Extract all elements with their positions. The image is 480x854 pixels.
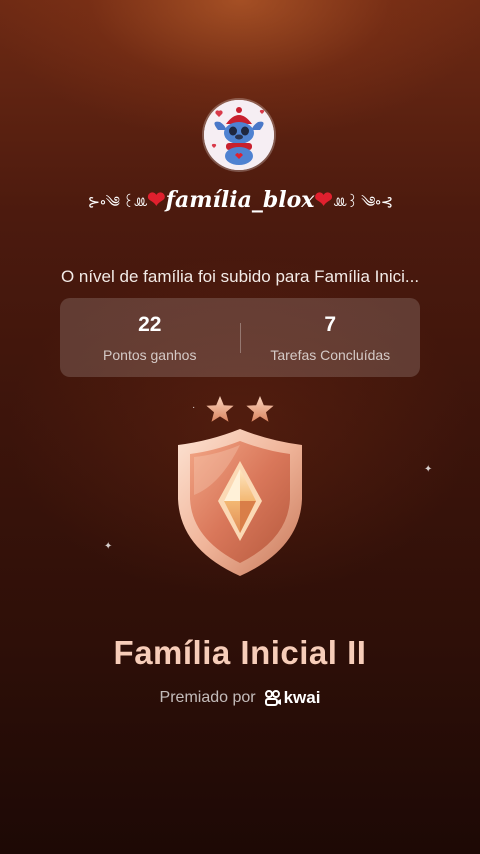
star-icon — [246, 396, 274, 422]
heart-icon: ❤ — [147, 187, 166, 213]
badge-stars — [206, 396, 274, 422]
sparkle-icon: · — [192, 402, 196, 413]
stitch-avatar-image — [204, 100, 274, 170]
stats-card: 22 Pontos ganhos 7 Tarefas Concluídas — [60, 298, 420, 377]
stat-tasks-value: 7 — [324, 312, 337, 336]
sparkle-icon: ✦ — [424, 464, 433, 475]
sparkle-icon: ✦ — [104, 541, 113, 552]
kwai-logo-icon — [264, 690, 281, 706]
username-deco-left: ⊱∘༄ ꒰ꔛ — [87, 193, 148, 211]
awarded-by: Premiado por kwai — [0, 688, 480, 708]
awarded-by-label: Premiado por — [159, 689, 256, 706]
level-up-message: O nível de família foi subido para Famíl… — [60, 267, 420, 286]
stat-points-value: 22 — [138, 312, 162, 336]
avatar[interactable] — [204, 100, 274, 170]
stat-tasks: 7 Tarefas Concluídas — [241, 313, 421, 363]
username-deco-right: ꔛ꒱ ༄∘⊰ — [332, 193, 393, 211]
shield-badge-icon — [178, 429, 302, 576]
stat-tasks-label: Tarefas Concluídas — [270, 346, 391, 363]
kwai-brand-name: kwai — [283, 688, 321, 707]
star-icon — [206, 396, 234, 422]
heart-icon: ❤ — [314, 187, 333, 213]
stat-points: 22 Pontos ganhos — [60, 313, 240, 363]
stat-points-label: Pontos ganhos — [103, 346, 197, 363]
kwai-brand: kwai — [264, 688, 321, 708]
family-level-title: Família Inicial II — [113, 634, 367, 671]
username: ⊱∘༄ ꒰ꔛ❤família_blox❤ꔛ꒱ ༄∘⊰ — [0, 186, 480, 228]
username-text: família_blox — [165, 187, 315, 213]
